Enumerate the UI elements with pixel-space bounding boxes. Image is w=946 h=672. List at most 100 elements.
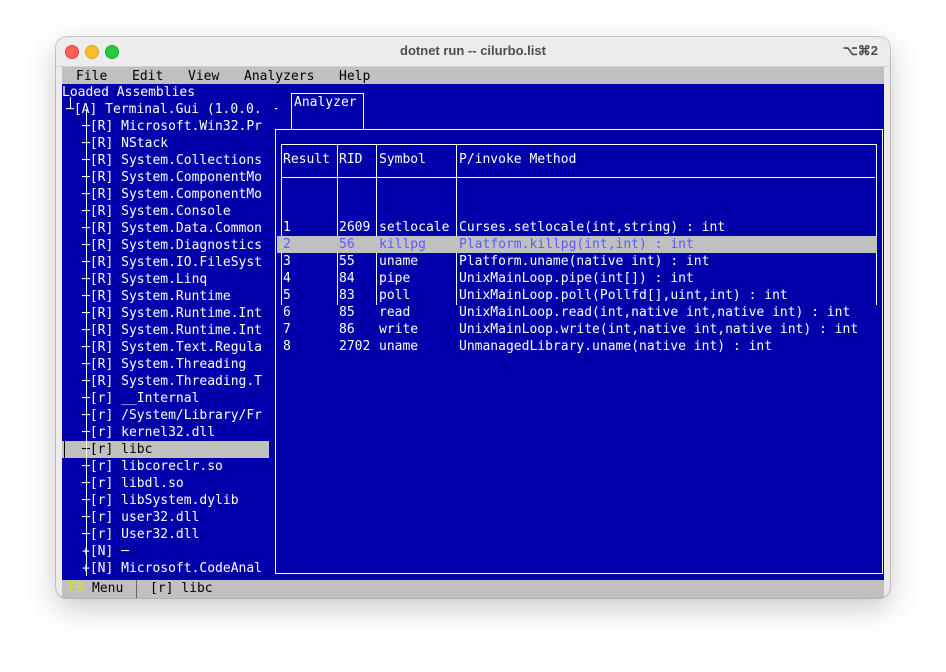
tree-guide-line bbox=[86, 110, 87, 576]
column-header-rid[interactable]: RID bbox=[339, 151, 362, 168]
cell-rid: 83 bbox=[339, 288, 355, 303]
tree-item[interactable]: ─[r] libSystem.dylib bbox=[62, 492, 269, 509]
window-shortcut: ⌥⌘2 bbox=[842, 43, 878, 58]
tree-item[interactable]: +[N] ─ bbox=[62, 543, 269, 560]
menu-view[interactable]: View bbox=[188, 68, 219, 85]
tree-item[interactable]: ─[R] System.Runtime.Int bbox=[62, 322, 269, 339]
tree-cursor bbox=[64, 441, 65, 458]
tab-label: Analyzer bbox=[294, 95, 357, 110]
tree-item-label: ─[R] System.Text.Regula bbox=[82, 340, 263, 355]
cell-method: Curses.setlocale(int,string) : int bbox=[459, 220, 726, 235]
menu-analyzers[interactable]: Analyzers bbox=[244, 68, 314, 85]
tree-item-label: ─[r] /System/Library/Fr bbox=[82, 408, 263, 423]
tree-item-label: ─[R] System.Collections bbox=[82, 153, 263, 168]
tree-root-node[interactable]: ─[A] Terminal.Gui (1.0.0. ─ bbox=[66, 101, 277, 118]
tree-item-label: +[N] ─ bbox=[82, 544, 129, 559]
table-row[interactable]: 4 84 pipe UnixMainLoop.pipe(int[]) : int bbox=[283, 270, 877, 287]
tree-item[interactable]: ─[r] __Internal bbox=[62, 390, 269, 407]
status-fkey-label[interactable]: Menu bbox=[92, 580, 123, 598]
tree-item[interactable]: ─[R] System.Collections bbox=[62, 152, 269, 169]
cell-rid: 86 bbox=[339, 322, 355, 337]
tree-item-label: ─[R] System.Threading bbox=[82, 357, 247, 372]
cell-result: 1 bbox=[283, 220, 291, 235]
cell-result: 6 bbox=[283, 305, 291, 320]
tree-guide-line bbox=[70, 97, 71, 109]
tree-item[interactable]: ─[r] libcoreclr.so bbox=[62, 458, 269, 475]
tree-item[interactable]: ─[R] System.ComponentMo bbox=[62, 186, 269, 203]
table-row[interactable]: 2 56 killpg Platform.killpg(int,int) : int bbox=[277, 236, 877, 253]
tab-analyzer[interactable]: Analyzer bbox=[291, 93, 364, 129]
column-header-method[interactable]: P/invoke Method bbox=[459, 151, 576, 168]
tree-item[interactable]: +[N] Microsoft.CodeAnal bbox=[62, 560, 269, 577]
cell-method: UnmanagedLibrary.uname(native int) : int bbox=[459, 339, 773, 354]
tree-item[interactable]: ─[R] System.Runtime.Int bbox=[62, 305, 269, 322]
cell-method: Platform.killpg(int,int) : int bbox=[459, 237, 694, 252]
column-header-symbol[interactable]: Symbol bbox=[379, 151, 426, 168]
tree-item-label: +[N] Microsoft.CodeAnal bbox=[82, 561, 263, 576]
tree-item[interactable]: ─[R] System.Text.Regula bbox=[62, 339, 269, 356]
table-row[interactable]: 7 86 write UnixMainLoop.write(int,native in… bbox=[283, 321, 877, 338]
cell-result: 4 bbox=[283, 271, 291, 286]
tree-item-label: ─[R] System.IO.FileSyst bbox=[82, 255, 263, 270]
tree-item-label: ─[r] libcoreclr.so bbox=[82, 459, 223, 474]
tree-item[interactable]: ─[R] System.Runtime bbox=[62, 288, 269, 305]
tree-item-label: ─[R] System.Runtime.Int bbox=[82, 306, 263, 321]
status-selection: [r] libc bbox=[150, 581, 213, 596]
tree-item-label: ─[r] libdl.so bbox=[82, 476, 184, 491]
tree-item[interactable]: ─[R] System.ComponentMo bbox=[62, 169, 269, 186]
tree-item-label: ─[R] Microsoft.Win32.Pr bbox=[82, 119, 263, 134]
menu-edit[interactable]: Edit bbox=[132, 68, 163, 85]
menu-bar: File Edit View Analyzers Help bbox=[62, 67, 884, 84]
cell-result: 8 bbox=[283, 339, 291, 354]
status-fkey[interactable]: F9 bbox=[68, 580, 84, 598]
tree-item[interactable]: ─[R] System.Threading.T bbox=[62, 373, 269, 390]
tree-item[interactable]: ─[R] NStack bbox=[62, 135, 269, 152]
cell-method: UnixMainLoop.write(int,native int,native… bbox=[459, 322, 859, 337]
cell-result: 5 bbox=[283, 288, 291, 303]
tree-item[interactable]: ─[r] User32.dll bbox=[62, 526, 269, 543]
tree-item[interactable]: ─[r] /System/Library/Fr bbox=[62, 407, 269, 424]
table-row[interactable]: 5 83 poll UnixMainLoop.poll(Pollfd[],uint,i… bbox=[283, 287, 877, 304]
tree-item[interactable]: ─[R] System.Linq bbox=[62, 271, 269, 288]
tree-item-label: ─[R] System.Console bbox=[82, 204, 231, 219]
cell-rid: 55 bbox=[339, 254, 355, 269]
cell-method: UnixMainLoop.pipe(int[]) : int bbox=[459, 271, 694, 286]
tree-item-label: ─[r] __Internal bbox=[82, 391, 200, 406]
tree-item[interactable]: ─[R] System.Diagnostics bbox=[62, 237, 269, 254]
tree-item-label: ─[R] System.ComponentMo bbox=[82, 170, 263, 185]
tree-item[interactable]: ─[r] user32.dll bbox=[62, 509, 269, 526]
table-row[interactable]: 1 2609 setlocale Curses.setlocale(int,strin… bbox=[283, 219, 877, 236]
tree-item-label: ─[R] System.Diagnostics bbox=[82, 238, 263, 253]
pane-divider[interactable] bbox=[269, 84, 275, 580]
cell-result: 7 bbox=[283, 322, 291, 337]
tree-item-label: ─[R] System.Runtime bbox=[82, 289, 231, 304]
menu-help[interactable]: Help bbox=[339, 68, 370, 85]
table-row[interactable]: 6 85 read UnixMainLoop.read(int,native int,… bbox=[283, 304, 877, 321]
cell-method: Platform.uname(native int) : int bbox=[459, 254, 710, 269]
cell-result: 3 bbox=[283, 254, 291, 269]
cell-symbol: read bbox=[379, 305, 411, 320]
cell-rid: 85 bbox=[339, 305, 355, 320]
status-bar: F9 Menu [r] libc bbox=[62, 580, 884, 598]
tree-item[interactable]: ─[R] Microsoft.Win32.Pr bbox=[62, 118, 269, 135]
column-header-result[interactable]: Result bbox=[283, 151, 330, 168]
status-separator bbox=[136, 580, 137, 598]
table-row[interactable]: 3 55 uname Platform.uname(native int) : int bbox=[283, 253, 877, 270]
table-row[interactable]: 8 2702 uname UnmanagedLibrary.uname(native … bbox=[283, 338, 877, 355]
tree-item-label: ─[r] libc bbox=[82, 442, 153, 457]
cell-rid: 2702 bbox=[339, 339, 371, 354]
tree-item[interactable]: ─[r] libc bbox=[62, 441, 269, 458]
tree-item-label: ─[R] System.Threading.T bbox=[82, 374, 263, 389]
tree-item[interactable]: ─[R] System.IO.FileSyst bbox=[62, 254, 269, 271]
tree-item[interactable]: ─[r] libdl.so bbox=[62, 475, 269, 492]
cell-method: UnixMainLoop.poll(Pollfd[],uint,int) : i… bbox=[459, 288, 788, 303]
tree-item-label: ─[r] user32.dll bbox=[82, 510, 200, 525]
window-title: dotnet run -- cilurbo.list bbox=[400, 43, 546, 58]
tree-item[interactable]: ─[R] System.Console bbox=[62, 203, 269, 220]
tree-item[interactable]: ─[R] System.Threading bbox=[62, 356, 269, 373]
tree-item[interactable]: ─[r] kernel32.dll bbox=[62, 424, 269, 441]
cell-symbol: pipe bbox=[379, 271, 411, 286]
menu-file[interactable]: File bbox=[76, 68, 107, 85]
table-header-row: Result RID Symbol P/invoke Method bbox=[283, 151, 877, 168]
tree-item[interactable]: ─[R] System.Data.Common bbox=[62, 220, 269, 237]
